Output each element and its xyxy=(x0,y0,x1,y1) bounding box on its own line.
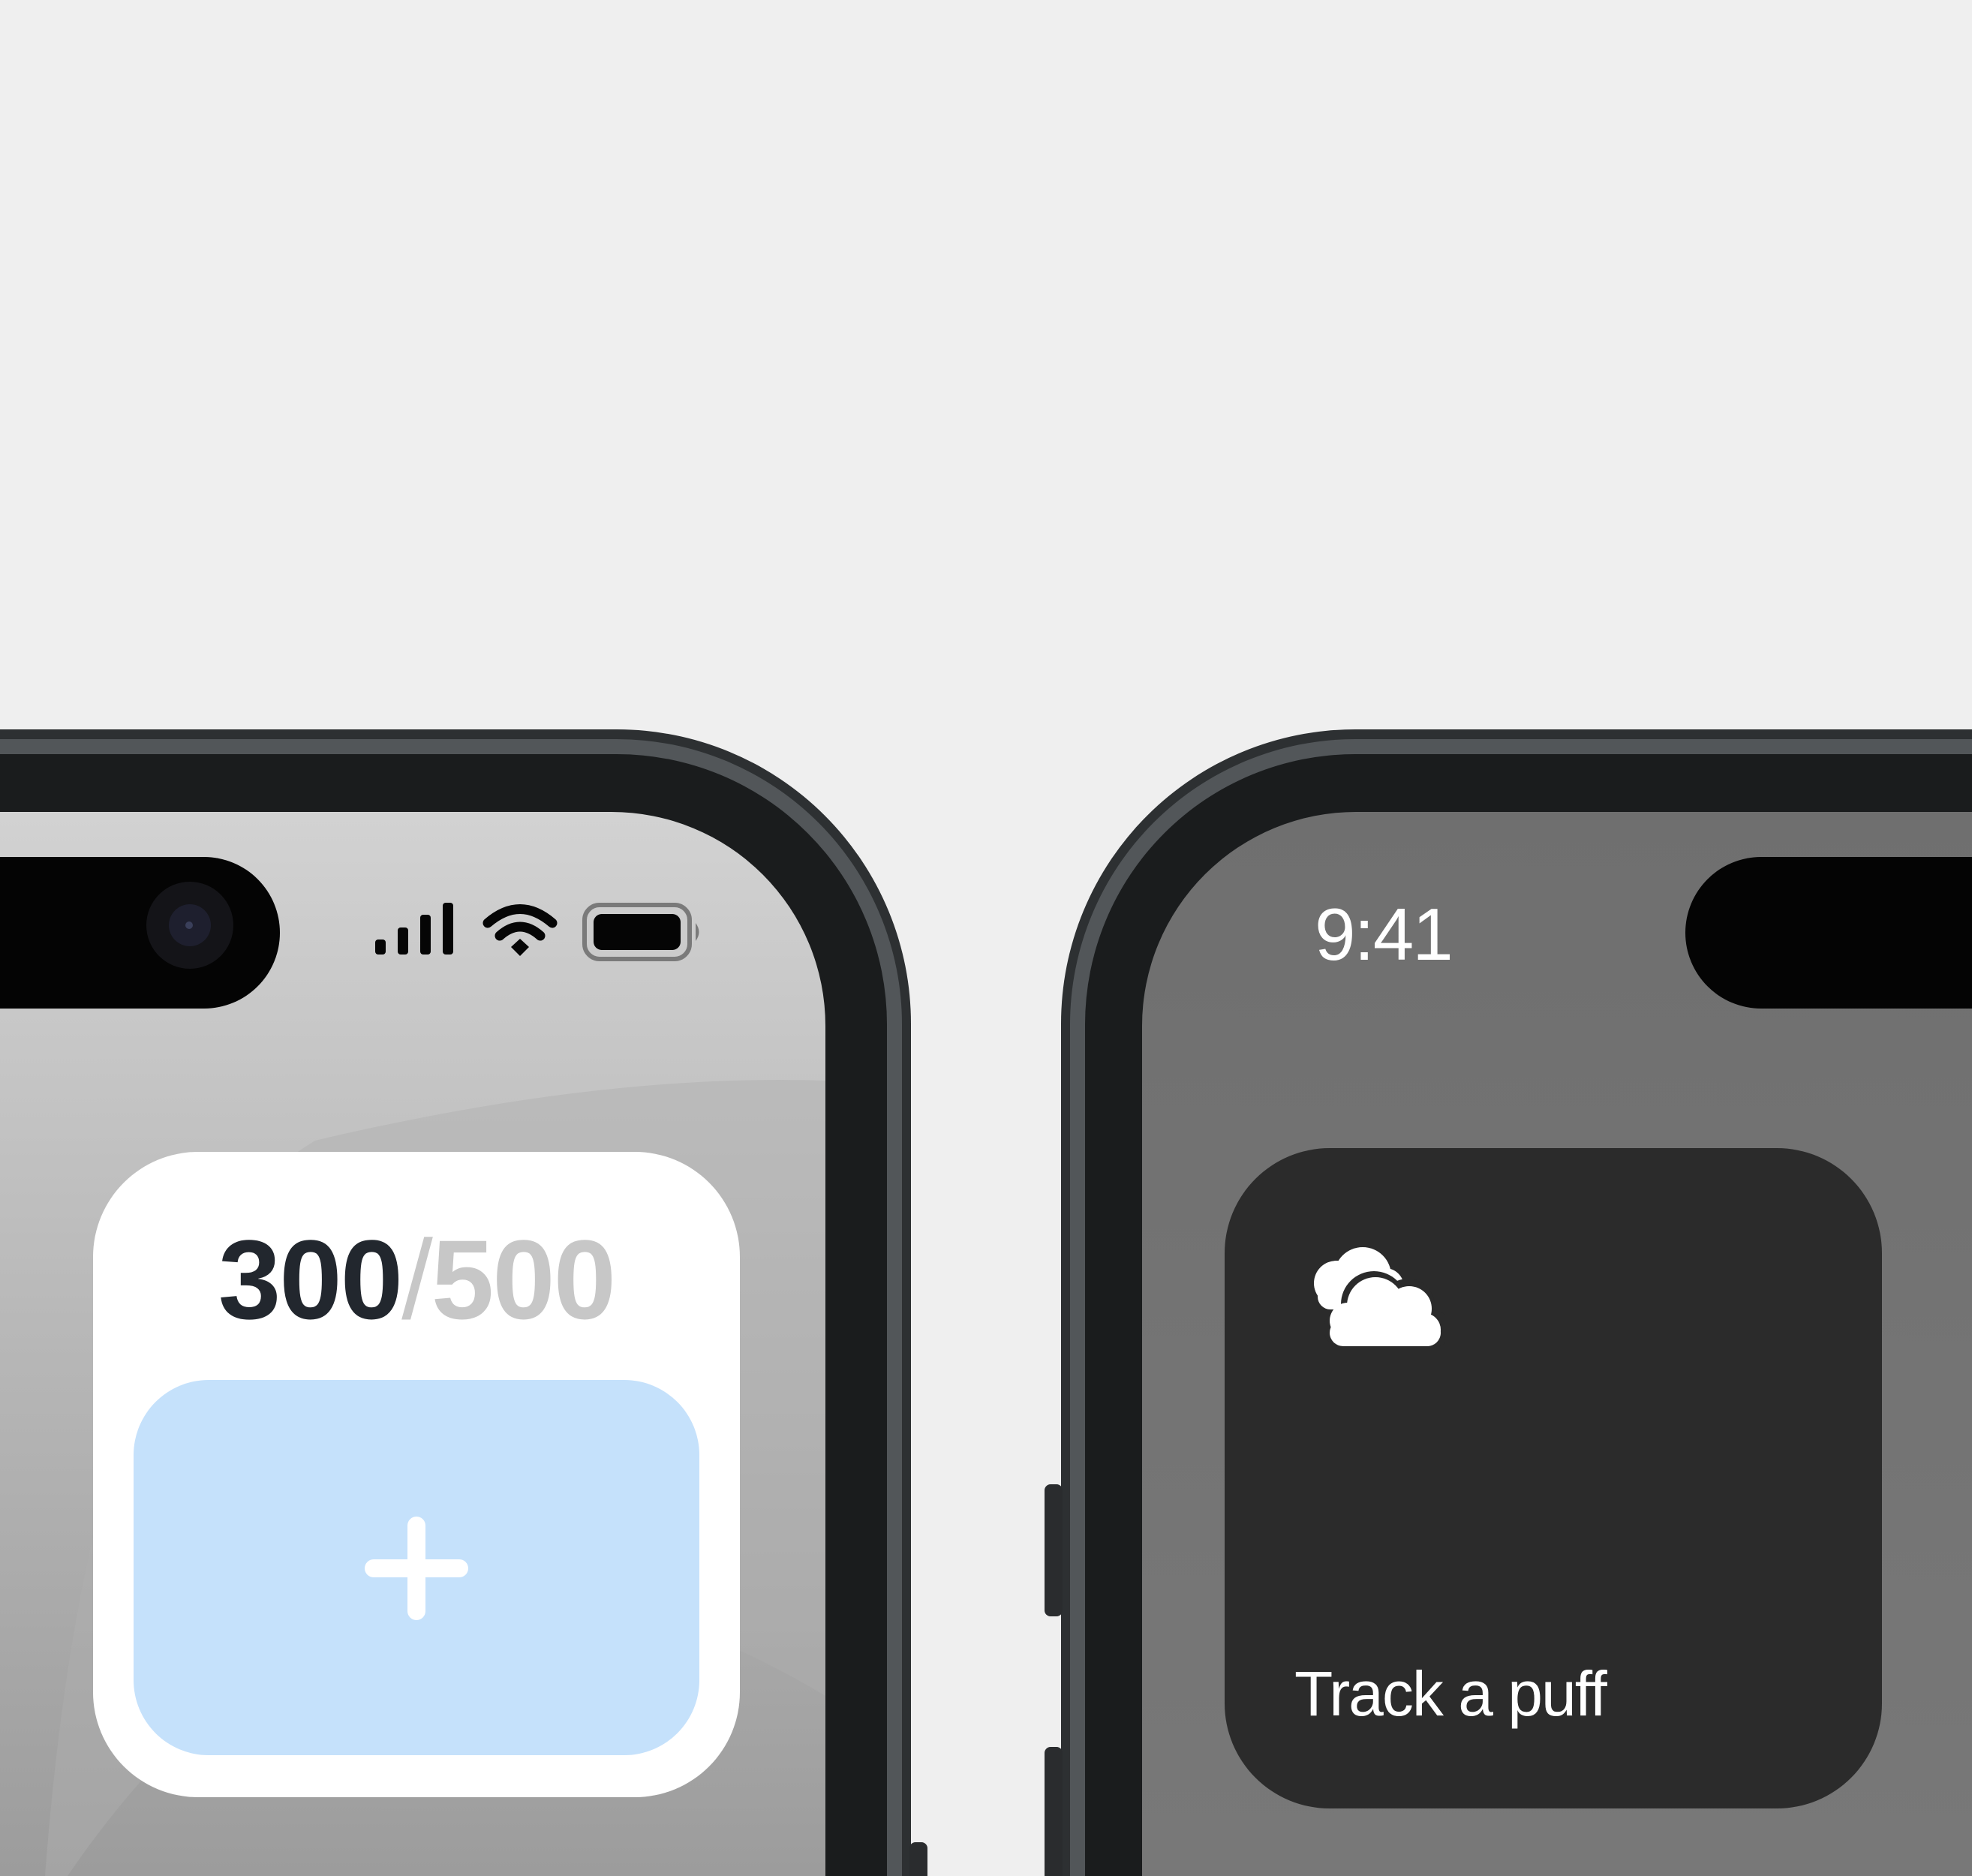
mockup-stage: 9:41 300/500 Track a puff xyxy=(0,0,1972,1876)
plus-icon xyxy=(365,1517,468,1620)
progress-count: 300/500 xyxy=(93,1223,740,1336)
track-puff-widget[interactable]: Track a puff xyxy=(1225,1148,1882,1808)
count-separator: / xyxy=(401,1216,433,1342)
status-time: 9:41 xyxy=(1315,893,1453,976)
goal-count: 500 xyxy=(431,1216,616,1342)
current-count: 300 xyxy=(218,1216,403,1342)
cloud-icon xyxy=(1314,1247,1445,1348)
track-puff-label[interactable]: Track a puff xyxy=(1294,1662,1607,1725)
water-widget[interactable]: 300/500 xyxy=(93,1152,740,1797)
add-button[interactable] xyxy=(134,1380,699,1755)
right-dynamic-island xyxy=(1685,857,1972,1009)
